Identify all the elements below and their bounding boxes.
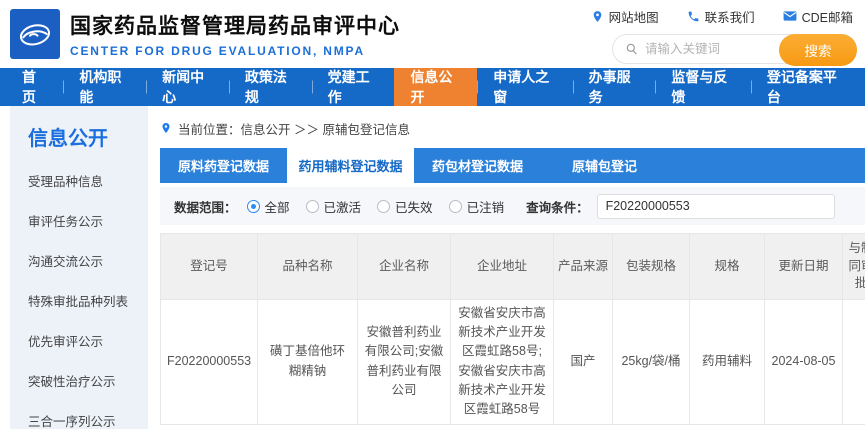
tab-excipient-registration[interactable]: 药用辅料登记数据 [287,148,414,183]
radio-activated-icon [306,200,319,213]
sidebar-item-special-approval[interactable]: 特殊审批品种列表 [28,291,148,310]
nav-services[interactable]: 办事服务 [573,68,656,106]
sidebar-item-review-tasks[interactable]: 审评任务公示 [28,211,148,230]
col-registration-no: 登记号 [161,234,258,300]
cde-mail-label: CDE邮箱 [802,7,853,26]
nav-party[interactable]: 党建工作 [312,68,395,106]
sidebar-item-breakthrough-therapy[interactable]: 突破性治疗公示 [28,371,148,390]
breadcrumb-pin-icon [160,122,172,134]
main-nav: 首页 机构职能 新闻中心 政策法规 党建工作 信息公开 申请人之窗 办事服务 监… [0,68,865,106]
radio-all-label: 全部 [265,197,290,216]
scope-label: 数据范围： [174,197,237,216]
breadcrumb: 当前位置：信息公开 ＞＞ 原辅包登记信息 [160,114,865,142]
sidebar: 信息公开 受理品种信息 审评任务公示 沟通交流公示 特殊审批品种列表 优先审评公… [10,106,148,429]
cell-product-source: 国产 [554,299,613,424]
cde-logo [10,9,60,59]
header-right: 网站地图 联系我们 CDE邮箱 [591,5,857,64]
sitemap-label: 网站地图 [609,7,659,26]
col-company-address: 企业地址 [451,234,554,300]
cell-company-address: 安徽省安庆市高新技术产业开发区霞虹路58号; 安徽省安庆市高新技术产业开发区霞虹… [451,299,554,424]
registration-table: 登记号 品种名称 企业名称 企业地址 产品来源 包装规格 规格 更新日期 与制剂… [160,233,865,425]
header: 国家药品监督管理局药品审评中心 CENTER FOR DRUG EVALUATI… [0,0,865,68]
cell-update-date: 2024-08-05 [765,299,843,424]
cde-logo-icon [14,13,56,55]
envelope-icon [783,10,797,22]
cell-joint-review-result: A [843,299,865,424]
radio-expired[interactable]: 已失效 [377,197,433,216]
col-product-source: 产品来源 [554,234,613,300]
location-pin-icon [591,10,604,23]
nav-policy[interactable]: 政策法规 [229,68,312,106]
query-condition-label: 查询条件： [526,197,589,216]
radio-all[interactable]: 全部 [247,197,290,216]
site-search: 搜索 [612,34,857,64]
query-condition-input[interactable] [597,194,835,219]
radio-expired-label: 已失效 [395,197,433,216]
sidebar-item-communication[interactable]: 沟通交流公示 [28,251,148,270]
brand-text: 国家药品监督管理局药品审评中心 CENTER FOR DRUG EVALUATI… [70,10,400,58]
quick-links: 网站地图 联系我们 CDE邮箱 [591,7,857,26]
tab-raw-aux-pack[interactable]: 原辅包登记 [541,148,668,183]
radio-cancelled-label: 已注销 [467,197,505,216]
col-joint-review-result: 与制剂共同审评审批结果 [843,234,865,300]
table-header-row: 登记号 品种名称 企业名称 企业地址 产品来源 包装规格 规格 更新日期 与制剂… [161,234,865,300]
main: 当前位置：信息公开 ＞＞ 原辅包登记信息 原料药登记数据 药用辅料登记数据 药包… [148,106,865,429]
nav-home[interactable]: 首页 [6,68,63,106]
cell-registration-no: F20220000553 [161,299,258,424]
cde-mail-link[interactable]: CDE邮箱 [783,7,853,26]
contact-label: 联系我们 [705,7,755,26]
nav-registration-platform[interactable]: 登记备案平台 [751,68,859,106]
nav-functions[interactable]: 机构职能 [63,68,146,106]
contact-link[interactable]: 联系我们 [687,7,755,26]
filter-bar: 数据范围： 全部 已激活 已失效 已注销 查询条件： [160,187,865,225]
nav-applicant-window[interactable]: 申请人之窗 [477,68,572,106]
sidebar-item-priority-review[interactable]: 优先审评公示 [28,331,148,350]
col-company-name: 企业名称 [358,234,451,300]
sidebar-item-three-in-one[interactable]: 三合一序列公示 [28,411,148,429]
content: 信息公开 受理品种信息 审评任务公示 沟通交流公示 特殊审批品种列表 优先审评公… [0,106,865,429]
brand: 国家药品监督管理局药品审评中心 CENTER FOR DRUG EVALUATI… [10,9,400,59]
breadcrumb-text: 当前位置：信息公开 ＞＞ 原辅包登记信息 [178,119,410,138]
nav-info-disclosure[interactable]: 信息公开 [394,68,477,106]
cell-spec: 药用辅料 [690,299,765,424]
sidebar-item-accepted-varieties[interactable]: 受理品种信息 [28,171,148,190]
tab-bar: 原料药登记数据 药用辅料登记数据 药包材登记数据 原辅包登记 [160,148,865,183]
search-icon [625,42,639,56]
tab-packaging-registration[interactable]: 药包材登记数据 [414,148,541,183]
cell-variety-name: 磺丁基倍他环糊精钠 [258,299,358,424]
tab-api-registration[interactable]: 原料药登记数据 [160,148,287,183]
sidebar-title: 信息公开 [28,122,148,151]
site-search-input[interactable] [645,42,780,56]
nav-news[interactable]: 新闻中心 [146,68,229,106]
col-spec: 规格 [690,234,765,300]
radio-all-icon [247,200,260,213]
site-subtitle: CENTER FOR DRUG EVALUATION, NMPA [70,44,400,58]
page: 国家药品监督管理局药品审评中心 CENTER FOR DRUG EVALUATI… [0,0,865,429]
radio-activated-label: 已激活 [324,197,362,216]
col-variety-name: 品种名称 [258,234,358,300]
table-row: F20220000553 磺丁基倍他环糊精钠 安徽普利药业有限公司;安徽普利药业… [161,299,865,424]
phone-icon [687,10,700,23]
col-package-spec: 包装规格 [613,234,690,300]
site-search-button[interactable]: 搜索 [779,34,857,66]
nav-supervision[interactable]: 监督与反馈 [655,68,750,106]
cell-company-name: 安徽普利药业有限公司;安徽普利药业有限公司 [358,299,451,424]
sitemap-link[interactable]: 网站地图 [591,7,659,26]
radio-cancelled[interactable]: 已注销 [449,197,505,216]
radio-activated[interactable]: 已激活 [306,197,362,216]
site-title: 国家药品监督管理局药品审评中心 [70,10,400,40]
cell-package-spec: 25kg/袋/桶 [613,299,690,424]
radio-expired-icon [377,200,390,213]
col-update-date: 更新日期 [765,234,843,300]
radio-cancelled-icon [449,200,462,213]
